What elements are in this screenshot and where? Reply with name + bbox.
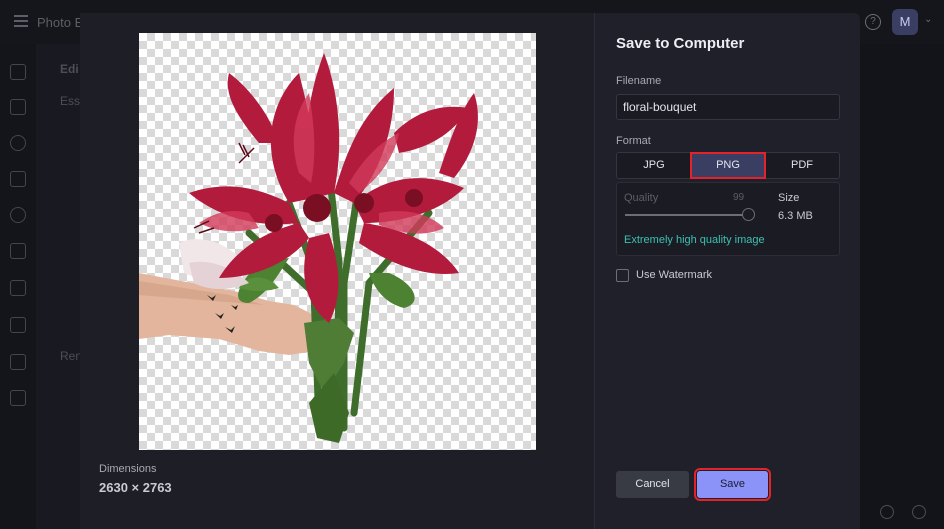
format-jpg-button[interactable]: JPG [617, 153, 691, 178]
history-icon[interactable] [912, 505, 926, 519]
adjust-icon[interactable] [10, 99, 26, 115]
dialog-title: Save to Computer [616, 35, 745, 52]
panel-heading: Edi [60, 62, 79, 76]
eye-icon[interactable] [10, 135, 26, 151]
tool-rail [0, 44, 36, 529]
avatar[interactable]: M [892, 9, 918, 35]
app-title: Photo E [37, 15, 84, 30]
redo-icon[interactable] [880, 505, 894, 519]
quality-value: 99 [733, 192, 745, 203]
panel-section: Ren [60, 349, 83, 363]
format-pdf-button[interactable]: PDF [765, 153, 839, 178]
texture-icon[interactable] [10, 317, 26, 333]
save-options: Save to Computer Filename floral-bouquet… [616, 13, 840, 529]
cancel-button[interactable]: Cancel [616, 471, 689, 498]
save-button[interactable]: Save [694, 468, 771, 501]
chevron-down-icon[interactable]: ⌄ [924, 14, 932, 25]
format-label: Format [616, 135, 651, 147]
tools-panel: Edi Ess Ren [36, 44, 82, 529]
palette-icon[interactable] [10, 207, 26, 223]
format-png-button[interactable]: PNG [690, 152, 766, 179]
panel-section: Ess [60, 94, 81, 108]
quality-slider-handle[interactable] [741, 208, 755, 221]
dimensions-label: Dimensions [99, 463, 157, 475]
watermark-label[interactable]: Use Watermark [636, 269, 712, 281]
size-value: 6.3 MB [778, 210, 813, 222]
watermark-checkbox[interactable] [616, 269, 629, 282]
help-icon[interactable]: ? [865, 14, 881, 30]
image-preview [139, 33, 536, 450]
quality-note: Extremely high quality image [624, 234, 765, 246]
quality-slider[interactable] [625, 214, 749, 216]
elements-icon[interactable] [10, 280, 26, 296]
menu-icon[interactable] [14, 15, 28, 27]
effects-icon[interactable] [10, 171, 26, 187]
graphics-icon[interactable] [10, 390, 26, 406]
bouquet-image [139, 53, 478, 443]
quality-label: Quality [624, 192, 659, 204]
filename-label: Filename [616, 75, 662, 87]
filename-input[interactable]: floral-bouquet [616, 94, 840, 120]
format-selector: JPG PNG PDF [616, 152, 840, 179]
quality-panel: Quality 99 Size 6.3 MB Extremely high qu… [616, 182, 840, 256]
preview-area: Dimensions 2630 × 2763 [80, 13, 595, 529]
frame-icon[interactable] [10, 243, 26, 259]
save-dialog: Dimensions 2630 × 2763 Save to Computer … [80, 13, 860, 529]
size-label: Size [778, 192, 800, 204]
text-icon[interactable] [10, 354, 26, 370]
layers-icon[interactable] [10, 64, 26, 80]
right-panel [859, 44, 944, 529]
dimensions-value: 2630 × 2763 [99, 480, 172, 495]
